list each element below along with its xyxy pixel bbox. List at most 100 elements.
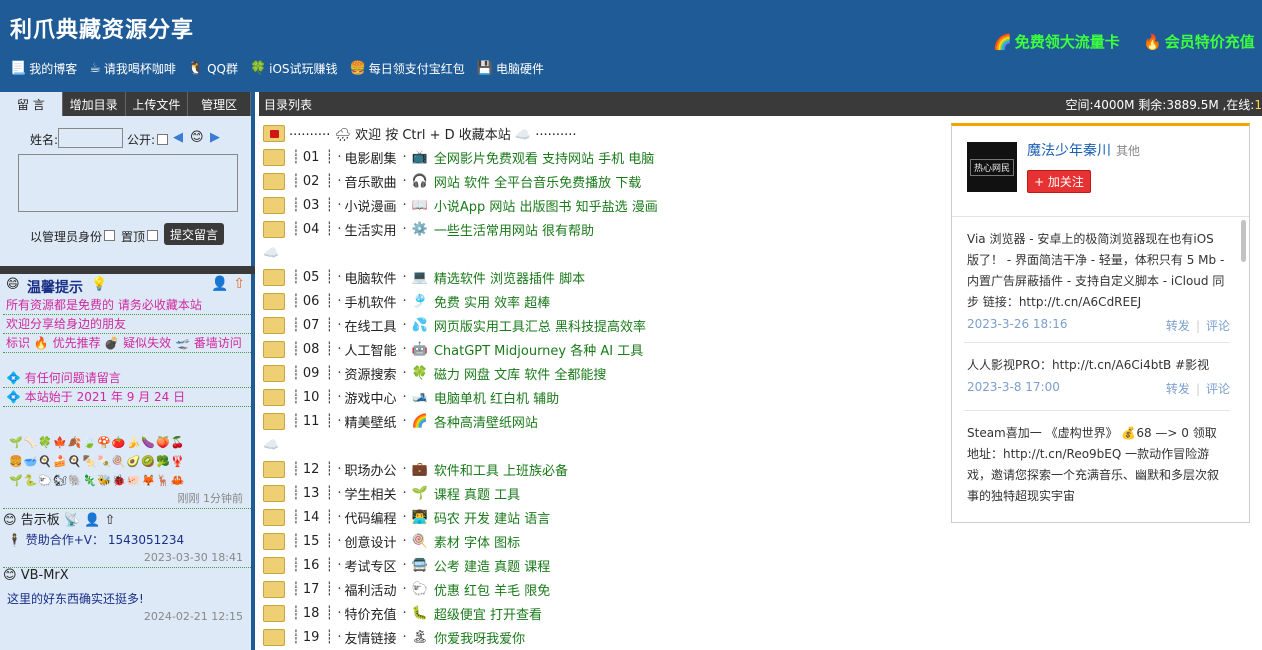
tab-message[interactable]: 留 言 bbox=[0, 92, 63, 116]
weibo-feed[interactable]: Via 浏览器 - 安卓上的极简浏览器现在也有iOS 版了！ - 界面简洁干净 … bbox=[952, 216, 1249, 522]
prev-emoji-arrow-icon[interactable]: ◀ bbox=[173, 130, 183, 145]
directory-name[interactable]: 小说漫画 bbox=[344, 196, 396, 215]
directory-description[interactable]: 你爱我呀我爱你 bbox=[434, 628, 525, 647]
directory-row[interactable]: ┊ 05 ┊ · 电脑软件 · 💻 精选软件 浏览器插件 脚本 bbox=[263, 265, 953, 289]
directory-description[interactable]: 软件和工具 上班族必备 bbox=[434, 460, 568, 479]
emoji-row[interactable]: 🌱🐍🐑🐿🐘🦎🐝🐞🐖🦊🦌🦀 bbox=[9, 471, 251, 490]
submit-message-button[interactable]: 提交留言 bbox=[164, 223, 224, 245]
directory-name[interactable]: 福利活动 bbox=[344, 580, 396, 599]
directory-description[interactable]: 小说App 网站 出版图书 知乎盐选 漫画 bbox=[434, 196, 658, 215]
emoji-picker[interactable]: 🌱🦴🍀🍁🍂🍃🍄🍅🍌🍆🍑🍒 🍔🥣🍳🍰🍳🍢🍡🍭🥑🥝🥦🦞 🌱🐍🐑🐿🐘🦎🐝🐞🐖🦊🦌🦀 bbox=[3, 433, 251, 490]
folder-icon[interactable] bbox=[263, 316, 285, 334]
directory-name[interactable]: 人工智能 bbox=[344, 340, 396, 359]
folder-icon[interactable] bbox=[263, 196, 285, 214]
weibo-scrollbar[interactable] bbox=[1241, 220, 1246, 262]
comment-link[interactable]: 评论 bbox=[1206, 319, 1230, 333]
directory-description[interactable]: 公考 建造 真题 课程 bbox=[434, 556, 550, 575]
follow-button[interactable]: + 加关注 bbox=[1027, 170, 1091, 193]
folder-icon[interactable] bbox=[263, 172, 285, 190]
post-actions[interactable]: 👤 ⇧ bbox=[84, 513, 115, 528]
folder-icon[interactable] bbox=[263, 556, 285, 574]
directory-name[interactable]: 精美壁纸 bbox=[344, 412, 396, 431]
directory-description[interactable]: 优惠 红包 羊毛 限免 bbox=[434, 580, 550, 599]
directory-row[interactable]: ┊ 14 ┊ · 代码编程 · 👨‍💻 码农 开发 建站 语言 bbox=[263, 505, 953, 529]
directory-row[interactable]: ┊ 07 ┊ · 在线工具 · 💦 网页版实用工具汇总 黑科技提高效率 bbox=[263, 313, 953, 337]
promo-vip-recharge[interactable]: 🔥 会员特价充值 bbox=[1143, 31, 1255, 52]
directory-row[interactable]: ┊ 15 ┊ · 创意设计 · 🍭 素材 字体 图标 bbox=[263, 529, 953, 553]
folder-icon[interactable] bbox=[263, 268, 285, 286]
directory-description[interactable]: 电脑单机 红白机 辅助 bbox=[434, 388, 559, 407]
folder-icon[interactable] bbox=[263, 292, 285, 310]
directory-description[interactable]: 免费 实用 效率 超棒 bbox=[434, 292, 550, 311]
directory-row[interactable]: ┊ 04 ┊ · 生活实用 · ⚙️ 一些生活常用网站 很有帮助 bbox=[263, 217, 953, 241]
avatar[interactable]: 热心网民 bbox=[967, 142, 1017, 192]
directory-name[interactable]: 游戏中心 bbox=[344, 388, 396, 407]
directory-row[interactable]: ┊ 11 ┊ · 精美壁纸 · 🌈 各种高清壁纸网站 bbox=[263, 409, 953, 433]
directory-name[interactable]: 学生相关 bbox=[344, 484, 396, 503]
directory-row[interactable]: ┊ 06 ┊ · 手机软件 · 🎐 免费 实用 效率 超棒 bbox=[263, 289, 953, 313]
nav-pc-hardware[interactable]: 💾 电脑硬件 bbox=[477, 60, 544, 77]
user-icon[interactable]: 👤 bbox=[211, 276, 228, 292]
notice-actions[interactable]: 👤 ⇧ bbox=[211, 276, 245, 292]
directory-row[interactable]: ┊ 08 ┊ · 人工智能 · 🤖 ChatGPT Midjourney 各种 AI 工具 bbox=[263, 337, 953, 361]
directory-description[interactable]: 一些生活常用网站 很有帮助 bbox=[434, 220, 594, 239]
directory-row[interactable]: ┊ 17 ┊ · 福利活动 · 🐑 优惠 红包 羊毛 限免 bbox=[263, 577, 953, 601]
emoji-row[interactable]: 🍔🥣🍳🍰🍳🍢🍡🍭🥑🥝🥦🦞 bbox=[9, 452, 251, 471]
comment-link[interactable]: 评论 bbox=[1206, 382, 1230, 396]
directory-name[interactable]: 职场办公 bbox=[344, 460, 396, 479]
directory-name[interactable]: 音乐歌曲 bbox=[344, 172, 396, 191]
weibo-username[interactable]: 魔法少年秦川 bbox=[1027, 140, 1111, 160]
directory-row[interactable]: ┊ 13 ┊ · 学生相关 · 🌱 课程 真题 工具 bbox=[263, 481, 953, 505]
directory-row[interactable]: ┊ 03 ┊ · 小说漫画 · 📖 小说App 网站 出版图书 知乎盐选 漫画 bbox=[263, 193, 953, 217]
folder-icon[interactable] bbox=[263, 532, 285, 550]
nav-coffee[interactable]: ☕ 请我喝杯咖啡 bbox=[89, 60, 176, 77]
directory-name[interactable]: 友情链接 bbox=[344, 628, 396, 647]
directory-name[interactable]: 代码编程 bbox=[344, 508, 396, 527]
directory-description[interactable]: 全网影片免费观看 支持网站 手机 电脑 bbox=[434, 148, 654, 167]
directory-name[interactable]: 电脑软件 bbox=[344, 268, 396, 287]
repost-link[interactable]: 转发 bbox=[1166, 319, 1190, 333]
top-arrow-icon[interactable]: ⇧ bbox=[233, 276, 245, 292]
directory-description[interactable]: 课程 真题 工具 bbox=[434, 484, 520, 503]
folder-icon[interactable] bbox=[263, 364, 285, 382]
nav-blog[interactable]: 📃 我的博客 bbox=[10, 60, 77, 77]
directory-name[interactable]: 电影剧集 bbox=[344, 148, 396, 167]
directory-name[interactable]: 资源搜索 bbox=[344, 364, 396, 383]
directory-name[interactable]: 生活实用 bbox=[344, 220, 396, 239]
directory-description[interactable]: 磁力 网盘 文库 软件 全都能搜 bbox=[434, 364, 607, 383]
directory-description[interactable]: 网页版实用工具汇总 黑科技提高效率 bbox=[434, 316, 646, 335]
next-emoji-arrow-icon[interactable]: ▶ bbox=[210, 130, 220, 145]
directory-name[interactable]: 手机软件 bbox=[344, 292, 396, 311]
nav-ios-trial[interactable]: 🍀 iOS试玩赚钱 bbox=[250, 60, 338, 77]
directory-description[interactable]: 各种高清壁纸网站 bbox=[434, 412, 538, 431]
directory-name[interactable]: 考试专区 bbox=[344, 556, 396, 575]
top-arrow-icon[interactable]: ⇧ bbox=[105, 513, 116, 528]
folder-icon[interactable] bbox=[263, 580, 285, 598]
folder-icon[interactable] bbox=[263, 220, 285, 238]
directory-description[interactable]: 码农 开发 建站 语言 bbox=[434, 508, 550, 527]
folder-icon[interactable] bbox=[263, 412, 285, 430]
directory-name[interactable]: 创意设计 bbox=[344, 532, 396, 551]
folder-icon[interactable] bbox=[263, 604, 285, 622]
nav-qq-group[interactable]: 🐧 QQ群 bbox=[188, 60, 238, 77]
tab-upload-file[interactable]: 上传文件 bbox=[126, 92, 189, 116]
directory-name[interactable]: 特价充值 bbox=[344, 604, 396, 623]
admin-checkbox[interactable] bbox=[104, 230, 115, 241]
folder-icon[interactable] bbox=[263, 628, 285, 646]
directory-row[interactable]: ┊ 10 ┊ · 游戏中心 · 🎿 电脑单机 红白机 辅助 bbox=[263, 385, 953, 409]
repost-link[interactable]: 转发 bbox=[1166, 382, 1190, 396]
smile-icon[interactable]: 😊 bbox=[190, 130, 204, 145]
message-textarea[interactable] bbox=[18, 154, 238, 212]
directory-row[interactable]: ┊ 12 ┊ · 职场办公 · 💼 软件和工具 上班族必备 bbox=[263, 457, 953, 481]
folder-icon[interactable] bbox=[263, 460, 285, 478]
directory-description[interactable]: 精选软件 浏览器插件 脚本 bbox=[434, 268, 585, 287]
directory-row[interactable]: ┊ 01 ┊ · 电影剧集 · 📺 全网影片免费观看 支持网站 手机 电脑 bbox=[263, 145, 953, 169]
directory-description[interactable]: 超级便宜 打开查看 bbox=[434, 604, 542, 623]
folder-icon[interactable] bbox=[263, 148, 285, 166]
tab-admin[interactable]: 管理区 bbox=[188, 92, 251, 116]
directory-row[interactable]: ┊ 16 ┊ · 考试专区 · 🚍 公考 建造 真题 课程 bbox=[263, 553, 953, 577]
promo-free-data-card[interactable]: 🌈 免费领大流量卡 bbox=[993, 31, 1120, 52]
folder-icon[interactable] bbox=[263, 484, 285, 502]
public-checkbox[interactable] bbox=[157, 134, 168, 145]
directory-name[interactable]: 在线工具 bbox=[344, 316, 396, 335]
